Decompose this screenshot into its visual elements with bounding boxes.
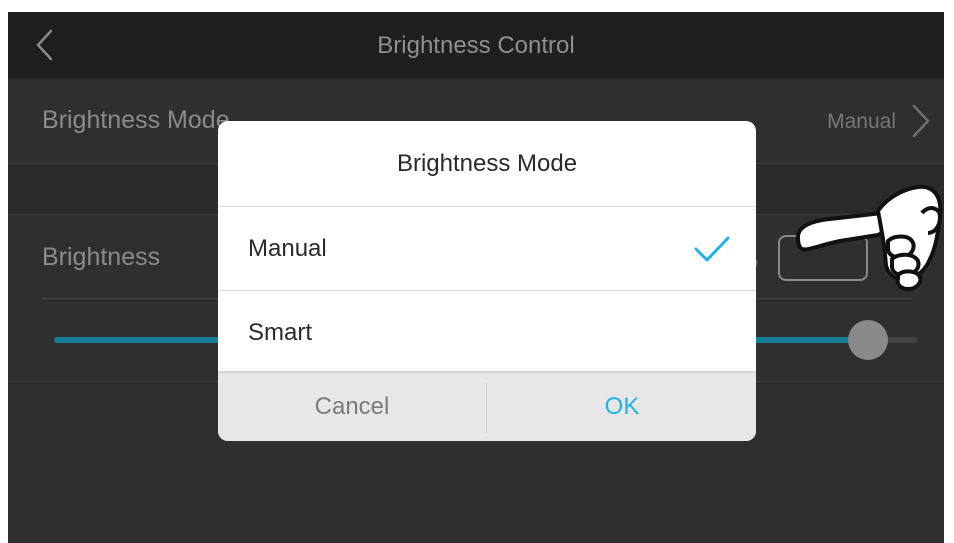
chevron-right-icon bbox=[912, 104, 930, 138]
brightness-mode-value: Manual bbox=[827, 110, 896, 133]
dialog-title: Brightness Mode bbox=[218, 121, 756, 207]
brightness-label: Brightness bbox=[42, 243, 161, 271]
cancel-button[interactable]: Cancel bbox=[218, 373, 486, 441]
dialog-footer: Cancel OK bbox=[218, 371, 756, 441]
checkmark-icon bbox=[694, 236, 730, 262]
brightness-mode-label: Brightness Mode bbox=[42, 106, 230, 134]
option-smart[interactable]: Smart bbox=[218, 291, 756, 374]
page-title: Brightness Control bbox=[377, 32, 575, 59]
ok-button[interactable]: OK bbox=[488, 373, 756, 441]
pointing-hand-icon bbox=[796, 184, 943, 291]
option-label: Manual bbox=[248, 235, 327, 262]
footer-separator bbox=[486, 383, 487, 433]
option-manual[interactable]: Manual bbox=[218, 207, 756, 291]
brightness-mode-dialog: Brightness Mode Manual Smart Cancel OK bbox=[218, 121, 756, 441]
option-label: Smart bbox=[248, 319, 313, 346]
title-bar: Brightness Control bbox=[8, 12, 944, 79]
slider-thumb[interactable] bbox=[848, 320, 888, 360]
